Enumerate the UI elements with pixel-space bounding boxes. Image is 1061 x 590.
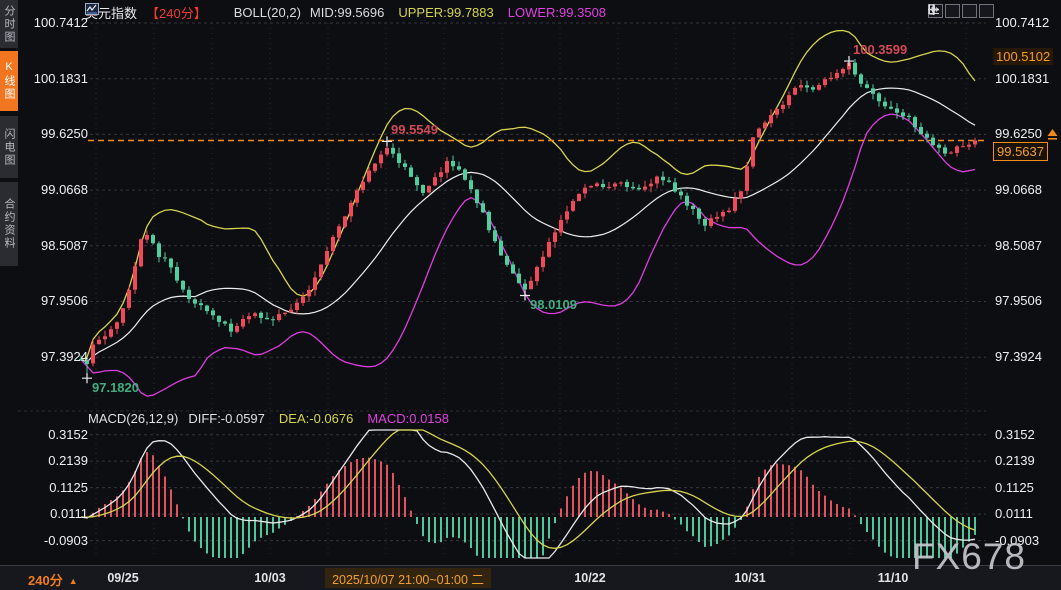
pane-exit-icon[interactable] (979, 4, 994, 18)
axis-label: 0.1125 (995, 480, 1059, 496)
axis-label: 98.5087 (18, 238, 88, 254)
axis-label: 0.1125 (18, 480, 88, 496)
tab-label: K线图 (1, 61, 17, 101)
axis-label: 0.0111 (995, 506, 1059, 522)
axis-label: 98.5087 (995, 238, 1059, 254)
price-annotation: 98.0109 (530, 297, 577, 312)
axis-label: 99.0668 (18, 182, 88, 198)
chart-plot[interactable] (0, 0, 1061, 590)
axis-label: 97.9506 (995, 293, 1059, 309)
boll-lower-value: LOWER:99.3508 (508, 5, 606, 20)
tab-label: 分时图 (1, 5, 17, 44)
axis-scale-icon[interactable] (945, 4, 960, 18)
date-tick: 10/03 (254, 571, 285, 585)
chart-toolbar (928, 4, 994, 18)
tab-label: 合约资料 (1, 198, 17, 250)
axis-label: 97.3924 (995, 349, 1059, 365)
price-annotation: 100.3599 (853, 42, 907, 57)
axis-label: 0.3152 (18, 427, 88, 443)
axis-label: 0.0111 (18, 506, 88, 522)
date-tick: 10/31 (734, 571, 765, 585)
trading-app: 分时图 K线图 闪电图 合约资料 美元指数 【240分】 BOLL(20,2) … (0, 0, 1061, 590)
macd-dea-value: DEA:-0.0676 (279, 411, 353, 426)
interval-arrow-icon: ▲ (69, 576, 78, 586)
axis-label: 99.0668 (995, 182, 1059, 198)
macd-bar-value: MACD:0.0158 (367, 411, 449, 426)
sidebar-tab-candlestick[interactable]: K线图 (0, 51, 18, 111)
price-annotation: 99.5549 (391, 122, 438, 137)
period-high-badge: 100.5102 (993, 48, 1053, 65)
axis-label: 0.3152 (995, 427, 1059, 443)
macd-label: MACD(26,12,9) (88, 411, 178, 426)
sidebar-tab-lightning[interactable]: 闪电图 (0, 116, 18, 178)
watermark: FX678 (912, 536, 1026, 578)
axis-label: 100.1831 (18, 71, 88, 87)
axis-label: -0.0903 (18, 533, 88, 549)
axis-label: 97.3924 (18, 349, 88, 365)
price-annotation: 97.1820 (92, 380, 139, 395)
axis-label: 100.7412 (995, 15, 1059, 31)
axis-playback-icon[interactable] (962, 4, 977, 18)
axis-label: 100.7412 (18, 15, 88, 31)
boll-label: BOLL(20,2) (234, 5, 301, 20)
last-price-badge: 99.5637 (993, 142, 1048, 161)
date-tick: 10/22 (574, 571, 605, 585)
chart-legend: 美元指数 【240分】 BOLL(20,2) MID:99.5696 UPPER… (85, 3, 606, 21)
macd-diff-value: DIFF:-0.0597 (188, 411, 265, 426)
date-tick: 09/25 (107, 571, 138, 585)
axis-label: 97.9506 (18, 293, 88, 309)
macd-legend: MACD(26,12,9) DIFF:-0.0597 DEA:-0.0676 M… (88, 410, 449, 427)
interval-selector[interactable]: 240分 ▲ (28, 570, 78, 589)
boll-upper-value: UPPER:99.7883 (398, 5, 493, 20)
axis-label: 99.6250 (18, 126, 88, 142)
axis-label: 0.2139 (18, 453, 88, 469)
axis-label: 0.2139 (995, 453, 1059, 469)
tab-label: 闪电图 (1, 128, 17, 167)
sidebar-tab-timeshare[interactable]: 分时图 (0, 0, 18, 48)
interval-label: 【240分】 (146, 3, 207, 22)
selected-time-box: 2025/10/07 21:00~01:00 二 (325, 568, 491, 588)
sidebar: 分时图 K线图 闪电图 合约资料 (0, 0, 18, 565)
date-tick: 11/10 (878, 571, 909, 585)
sidebar-tab-contract-info[interactable]: 合约资料 (0, 182, 18, 266)
axis-label: 100.1831 (995, 71, 1059, 87)
interval-text: 240分 (28, 573, 63, 588)
boll-mid-value: MID:99.5696 (310, 5, 384, 20)
time-axis-bar: 240分 ▲ 09/25 10/03 2025/10/07 21:00~01:00… (0, 565, 1061, 590)
